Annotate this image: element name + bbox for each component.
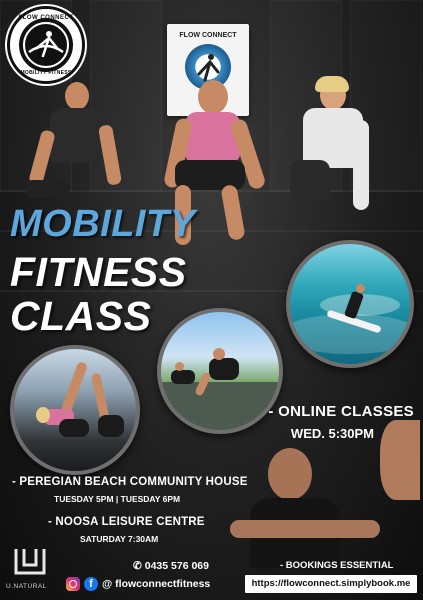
bookings-essential-label: - BOOKINGS ESSENTIAL: [280, 560, 394, 571]
online-classes-label: - ONLINE CLASSES: [268, 403, 414, 420]
location-noosa-times: SATURDAY 7:30AM: [80, 534, 159, 544]
brand-name: U.NATURAL: [6, 583, 47, 590]
phone-icon: ✆: [133, 560, 142, 572]
surfing-photo: [286, 240, 414, 368]
social-handle[interactable]: @ flowconnectfitness: [102, 578, 210, 590]
logo-bottom-text: MOBILITY FITNESS: [20, 70, 72, 76]
unatural-logo-icon: [12, 543, 48, 579]
facebook-icon[interactable]: f: [84, 577, 98, 591]
phone-number[interactable]: 0435 576 069: [145, 560, 209, 572]
booking-url-box[interactable]: https://flowconnect.simplybook.me: [245, 575, 417, 593]
flow-connect-logo: FLOW CONNECT MOBILITY FITNESS: [7, 6, 85, 84]
location-peregian-times: TUESDAY 5PM | TUESDAY 6PM: [54, 494, 181, 504]
location-peregian: - PEREGIAN BEACH COMMUNITY HOUSE: [12, 476, 248, 488]
person-left: [25, 80, 135, 205]
headline-fitness: FITNESS: [10, 249, 187, 295]
headline-mobility: MOBILITY: [10, 203, 196, 245]
phone-row: ✆ 0435 576 069: [133, 560, 209, 572]
headline-class: CLASS: [10, 293, 152, 339]
studio-photo: [10, 345, 140, 475]
person-right: [285, 76, 385, 220]
flow-connect-logo-icon: [19, 18, 73, 72]
instagram-icon[interactable]: [66, 577, 80, 591]
social-row: f @ flowconnectfitness: [66, 576, 210, 592]
instructor-figure: [230, 420, 423, 570]
location-noosa: - NOOSA LEISURE CENTRE: [48, 516, 205, 528]
online-classes-time: WED. 5:30PM: [290, 426, 374, 441]
poster: FLOW CONNECT MOBILITY FITNESS FLOW CONNE…: [0, 0, 423, 600]
booking-url[interactable]: https://flowconnect.simplybook.me: [245, 578, 417, 589]
banner-title: FLOW CONNECT: [179, 32, 237, 39]
